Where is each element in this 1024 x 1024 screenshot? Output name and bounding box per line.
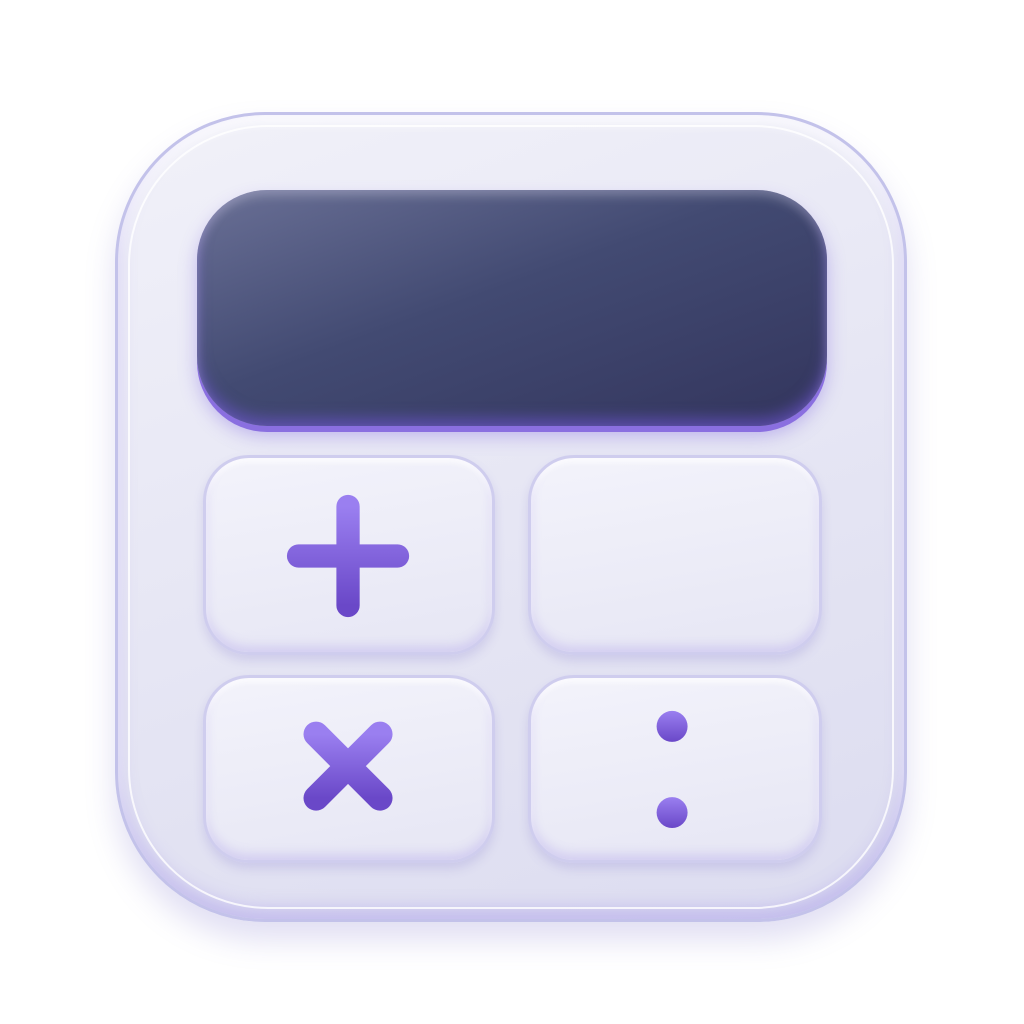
plus-key	[203, 455, 495, 655]
minus-key	[528, 455, 822, 655]
divide-icon	[612, 710, 735, 829]
plus-icon	[286, 494, 410, 618]
multiply-icon	[303, 721, 393, 811]
divide-key	[528, 675, 822, 863]
minus-icon	[611, 543, 735, 567]
calculator-display	[197, 190, 827, 426]
multiply-key	[203, 675, 495, 863]
